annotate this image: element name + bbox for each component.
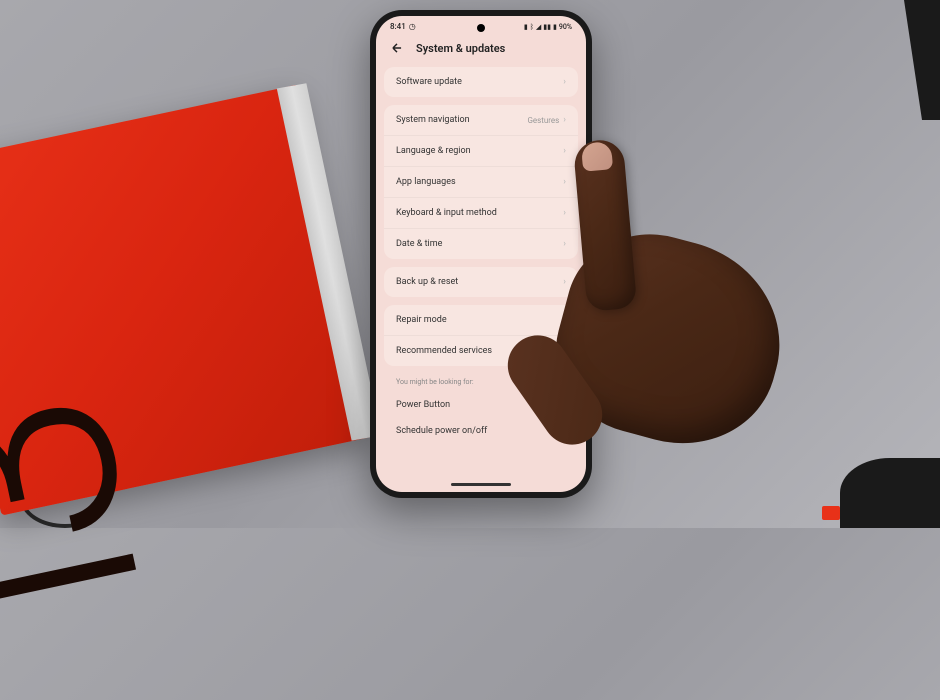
chevron-right-icon: › [563, 315, 566, 325]
vibrate-icon: ▮ [524, 23, 528, 31]
chevron-right-icon: › [563, 77, 566, 87]
chevron-right-icon: › [563, 208, 566, 218]
box-number: 13 [0, 406, 220, 700]
page-title: System & updates [416, 42, 505, 55]
settings-group: System navigationGestures›Language & reg… [384, 105, 578, 259]
item-label: Date & time [396, 239, 563, 249]
bluetooth-icon: ᛒ [530, 23, 534, 31]
home-indicator[interactable] [451, 483, 511, 486]
item-label: System navigation [396, 115, 527, 125]
settings-item-system-navigation[interactable]: System navigationGestures › [384, 105, 578, 135]
decor-red-accent [822, 506, 840, 520]
settings-list: Software update›System navigationGesture… [376, 67, 586, 444]
item-label: Repair mode [396, 315, 563, 325]
decor-corner-tr [880, 0, 940, 120]
settings-group: Software update› [384, 67, 578, 97]
page-header: System & updates [376, 33, 586, 67]
decor-corner-br [840, 458, 940, 528]
item-label: Language & region [396, 146, 563, 156]
settings-item-language-region[interactable]: Language & region› [384, 135, 578, 166]
clock-icon: ◷ [409, 22, 416, 31]
camera-cutout [477, 24, 485, 32]
chevron-right-icon: › [563, 346, 566, 356]
settings-group: Repair mode›Recommended services› [384, 305, 578, 366]
settings-item-backup-reset[interactable]: Back up & reset› [384, 267, 578, 297]
phone-screen: 8:41 ◷ ▮ ᛒ ◢ ▮▮ ▮ 90% System & updates S… [376, 16, 586, 492]
settings-item-recommended-services[interactable]: Recommended services› [384, 335, 578, 366]
signal-icon: ▮▮ [543, 23, 551, 31]
hand [580, 140, 860, 480]
chevron-right-icon: › [563, 146, 566, 156]
settings-item-keyboard-input[interactable]: Keyboard & input method› [384, 197, 578, 228]
item-label: Recommended services [396, 346, 563, 356]
battery-icon: ▮ [553, 23, 557, 31]
settings-item-app-languages[interactable]: App languages› [384, 166, 578, 197]
chevron-right-icon: › [563, 177, 566, 187]
footer-section-label: You might be looking for: [384, 374, 578, 392]
settings-item-software-update[interactable]: Software update› [384, 67, 578, 97]
settings-group: Back up & reset› [384, 267, 578, 297]
item-label: Software update [396, 77, 563, 87]
chevron-right-icon: › [563, 239, 566, 249]
wifi-icon: ◢ [536, 23, 541, 31]
item-label: Keyboard & input method [396, 208, 563, 218]
item-label: App languages [396, 177, 563, 187]
chevron-right-icon: › [563, 277, 566, 287]
battery-percent: 90% [559, 23, 572, 31]
footer-item-schedule-power[interactable]: Schedule power on/off [384, 418, 578, 444]
item-value: Gestures [527, 116, 559, 125]
settings-item-repair-mode[interactable]: Repair mode› [384, 305, 578, 335]
status-time: 8:41 [390, 22, 406, 31]
chevron-right-icon: › [563, 115, 566, 125]
item-label: Back up & reset [396, 277, 563, 287]
product-box: 13 [0, 84, 373, 515]
phone-frame: 8:41 ◷ ▮ ᛒ ◢ ▮▮ ▮ 90% System & updates S… [370, 10, 592, 498]
back-icon[interactable] [390, 41, 404, 55]
settings-item-date-time[interactable]: Date & time› [384, 228, 578, 259]
footer-item-power-button[interactable]: Power Button [384, 392, 578, 418]
